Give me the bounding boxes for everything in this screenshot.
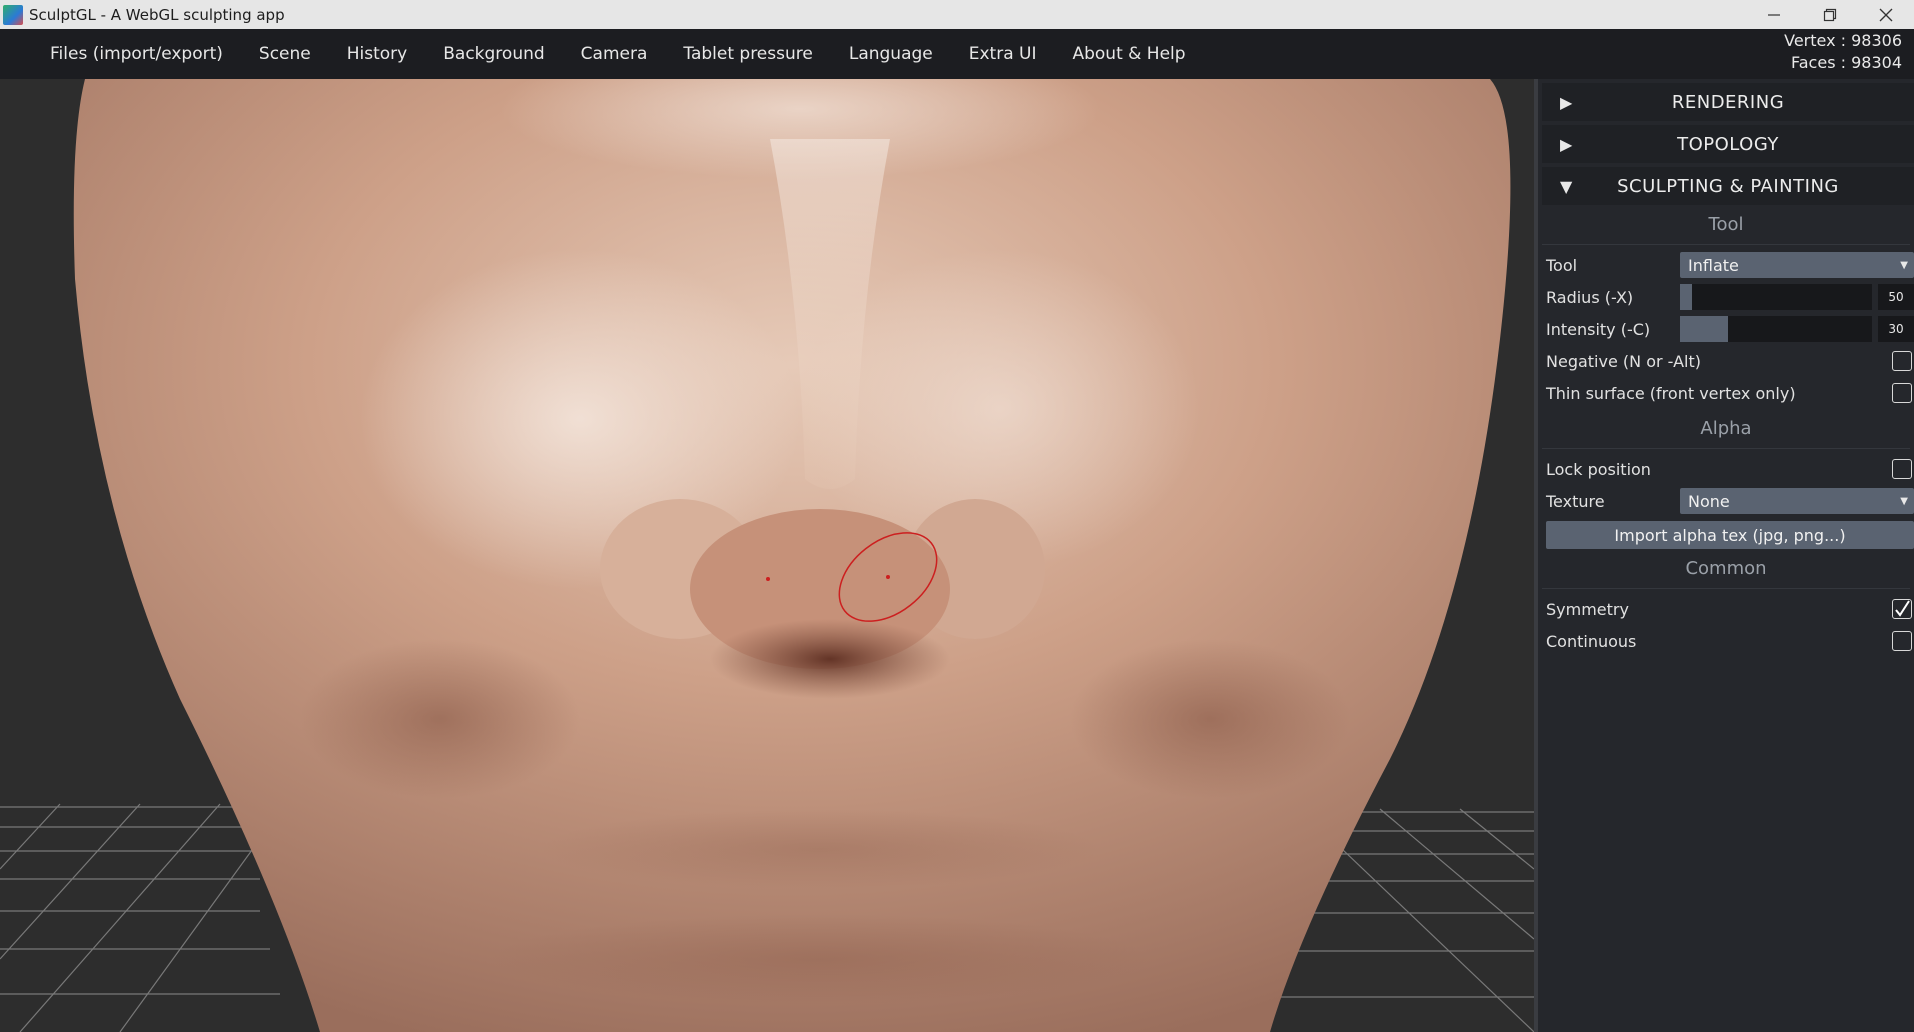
menu-scene[interactable]: Scene [241, 44, 329, 64]
tool-label: Tool [1546, 255, 1578, 275]
folder-sculpting-painting[interactable]: ▼ SCULPTING & PAINTING [1542, 167, 1914, 205]
menu-extra-ui[interactable]: Extra UI [951, 44, 1055, 64]
radius-slider[interactable] [1680, 284, 1872, 310]
symmetry-checkbox[interactable] [1892, 599, 1912, 619]
menu-camera[interactable]: Camera [563, 44, 666, 64]
window-controls [1746, 0, 1914, 29]
menu-background[interactable]: Background [425, 44, 562, 64]
texture-select-value: None [1688, 491, 1730, 511]
tool-select-value: Inflate [1688, 255, 1739, 275]
sculpt-viewport[interactable] [0, 79, 1534, 1032]
close-icon [1879, 8, 1893, 21]
menu-language[interactable]: Language [831, 44, 951, 64]
viewport-canvas[interactable] [0, 79, 1534, 1032]
texture-label: Texture [1546, 491, 1605, 511]
chevron-down-icon: ▼ [1900, 259, 1908, 271]
menu-tablet-pressure[interactable]: Tablet pressure [665, 44, 830, 64]
symmetry-label: Symmetry [1546, 599, 1629, 619]
intensity-value-input[interactable]: 30 [1878, 316, 1914, 342]
minimize-button[interactable] [1746, 0, 1802, 29]
intensity-label: Intensity (-C) [1546, 319, 1651, 339]
folder-rendering[interactable]: ▶ RENDERING [1542, 83, 1914, 121]
expand-arrow-icon: ▶ [1560, 134, 1573, 154]
expand-arrow-icon: ▶ [1560, 92, 1573, 112]
thin-surface-checkbox[interactable] [1892, 383, 1912, 403]
lock-position-label: Lock position [1546, 459, 1651, 479]
symmetry-row: Symmetry [1538, 593, 1914, 625]
radius-value-input[interactable]: 50 [1878, 284, 1914, 310]
negative-row: Negative (N or -Alt) [1538, 345, 1914, 377]
menu-files[interactable]: Files (import/export) [0, 44, 241, 64]
chevron-down-icon: ▼ [1900, 495, 1908, 507]
texture-row: Texture None ▼ [1538, 485, 1914, 517]
window-title: SculptGL - A WebGL sculpting app [29, 5, 285, 24]
texture-select[interactable]: None ▼ [1680, 488, 1914, 514]
control-panel: ▶ RENDERING ▶ TOPOLOGY ▼ SCULPTING & PAI… [1534, 79, 1914, 1032]
import-alpha-button[interactable]: Import alpha tex (jpg, png...) [1546, 521, 1914, 549]
intensity-slider[interactable] [1680, 316, 1872, 342]
title-bar: SculptGL - A WebGL sculpting app [0, 0, 1914, 29]
radius-label: Radius (-X) [1546, 287, 1634, 307]
thin-surface-row: Thin surface (front vertex only) [1538, 377, 1914, 409]
section-title-common: Common [1542, 549, 1910, 589]
continuous-checkbox[interactable] [1892, 631, 1912, 651]
intensity-slider-fill [1680, 316, 1728, 342]
menu-history[interactable]: History [329, 44, 425, 64]
negative-label: Negative (N or -Alt) [1546, 351, 1701, 371]
close-button[interactable] [1858, 0, 1914, 29]
folder-label: TOPOLOGY [1677, 133, 1779, 155]
radius-slider-fill [1680, 284, 1692, 310]
folder-topology[interactable]: ▶ TOPOLOGY [1542, 125, 1914, 163]
minimize-icon [1768, 13, 1780, 16]
vertex-count: Vertex : 98306 [1784, 31, 1902, 50]
section-title-tool: Tool [1542, 205, 1910, 245]
menu-bar: Files (import/export) Scene History Back… [0, 29, 1914, 79]
checkmark-icon [1895, 600, 1910, 617]
thin-surface-label: Thin surface (front vertex only) [1546, 383, 1796, 403]
continuous-row: Continuous [1538, 625, 1914, 657]
faces-count: Faces : 98304 [1791, 53, 1902, 72]
restore-button[interactable] [1802, 0, 1858, 29]
menu-about-help[interactable]: About & Help [1054, 44, 1203, 64]
sculptgl-logo-icon [3, 4, 23, 25]
mesh-stats: Vertex : 98306 Faces : 98304 [1784, 30, 1902, 74]
folder-label: SCULPTING & PAINTING [1617, 175, 1839, 197]
lock-position-checkbox[interactable] [1892, 459, 1912, 479]
intensity-row: Intensity (-C) 30 [1538, 313, 1914, 345]
lock-position-row: Lock position [1538, 453, 1914, 485]
tool-select[interactable]: Inflate ▼ [1680, 252, 1914, 278]
radius-row: Radius (-X) 50 [1538, 281, 1914, 313]
negative-checkbox[interactable] [1892, 351, 1912, 371]
folder-label: RENDERING [1671, 91, 1785, 113]
restore-icon [1823, 8, 1837, 21]
tool-row: Tool Inflate ▼ [1538, 249, 1914, 281]
collapse-arrow-icon: ▼ [1560, 176, 1573, 196]
sculpt-mesh[interactable] [73, 79, 1511, 1032]
section-title-alpha: Alpha [1542, 409, 1910, 449]
continuous-label: Continuous [1546, 631, 1637, 651]
